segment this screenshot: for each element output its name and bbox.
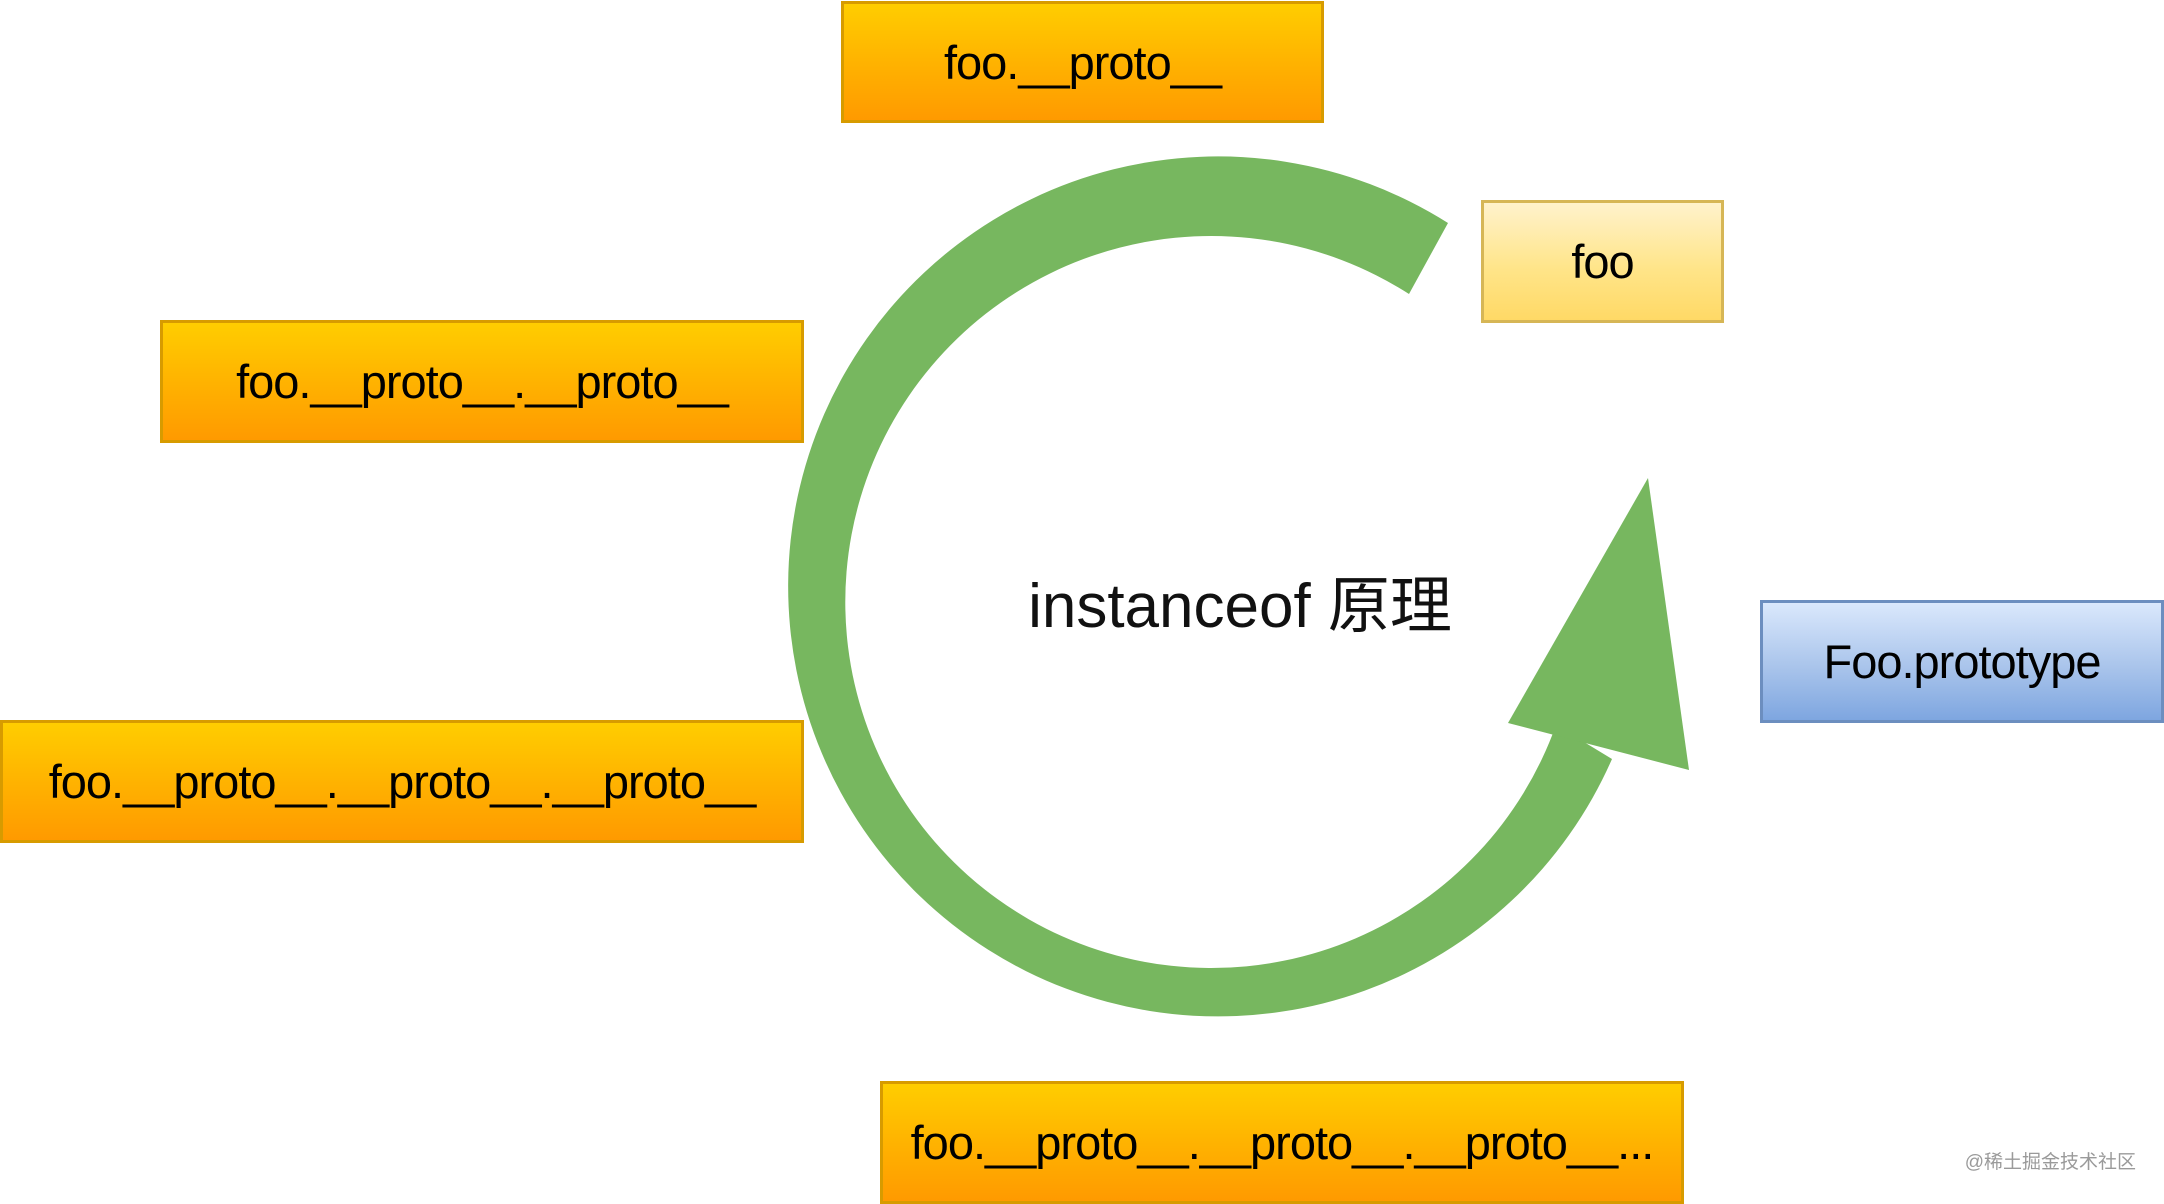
- node-label: foo.__proto__.__proto__.__proto__: [48, 755, 757, 808]
- node-foo-proto-3: foo.__proto__.__proto__.__proto__: [0, 720, 804, 843]
- node-foo-prototype: Foo.prototype: [1760, 600, 2164, 723]
- node-foo-proto-1: foo.__proto__: [841, 1, 1324, 123]
- node-foo: foo: [1481, 200, 1724, 323]
- node-label: foo: [1571, 235, 1634, 288]
- watermark: @稀土掘金技术社区: [1964, 1152, 2136, 1173]
- node-label: foo.__proto__.__proto__: [236, 355, 729, 408]
- center-label: instanceof 原理: [1028, 572, 1452, 641]
- node-label: Foo.prototype: [1823, 635, 2101, 688]
- node-label: foo.__proto__.__proto__.__proto__...: [910, 1116, 1655, 1169]
- node-foo-proto-n: foo.__proto__.__proto__.__proto__...: [880, 1081, 1684, 1204]
- node-label: foo.__proto__: [943, 35, 1222, 89]
- cycle-arrow-head: [1508, 478, 1689, 770]
- node-foo-proto-2: foo.__proto__.__proto__: [160, 320, 804, 443]
